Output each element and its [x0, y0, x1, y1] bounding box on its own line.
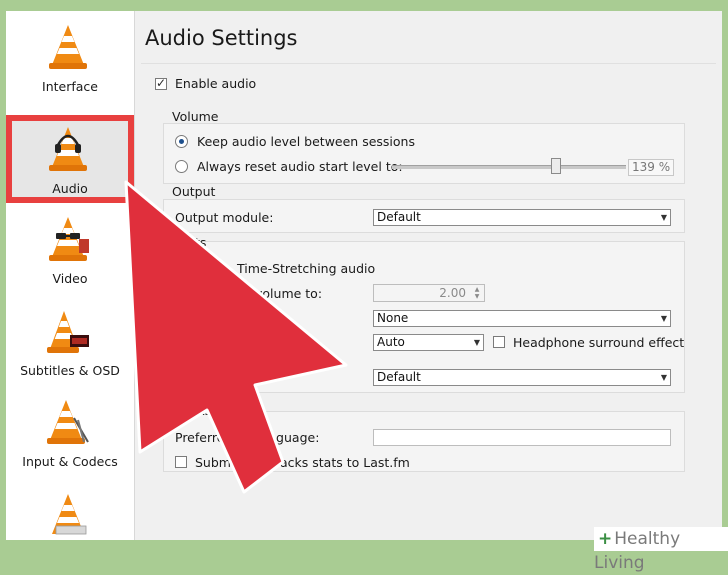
chevron-down-icon: ▼	[473, 338, 480, 347]
normalize-volume-spinbox[interactable]: 2.00 ▲ ▼	[373, 284, 485, 302]
volume-slider-track[interactable]	[392, 165, 626, 169]
vlc-cone-icon	[49, 25, 87, 69]
preferred-language-input[interactable]	[373, 429, 671, 446]
submit-lastfm-label-a: Subm	[195, 455, 231, 470]
preferences-window: Interface Audio Video Subtitles & OSD In…	[6, 11, 722, 540]
volume-group	[163, 123, 685, 184]
enable-audio-label: Enable audio	[175, 76, 257, 91]
sidebar-item-interface[interactable]: Interface	[6, 13, 134, 101]
sidebar-item-label: Interface	[42, 79, 98, 94]
healthy-living-watermark: + Healthy Living	[594, 527, 728, 573]
preferences-sidebar: Interface Audio Video Subtitles & OSD In…	[6, 11, 135, 540]
replay-gain-select[interactable]: None ▼	[373, 310, 671, 327]
reset-level-radio[interactable]	[175, 160, 188, 173]
keep-level-radio[interactable]	[175, 135, 188, 148]
vlc-cone-cable-icon	[47, 400, 89, 444]
force-dolby-select[interactable]: Auto ▼	[373, 334, 484, 351]
chevron-down-icon: ▼	[660, 373, 667, 382]
output-module-select[interactable]: Default ▼	[373, 209, 671, 226]
sidebar-item-hotkeys[interactable]	[6, 480, 134, 540]
replay-gain-value: None	[377, 311, 409, 325]
submit-lastfm-label-b: acks stats to Last.fm	[280, 455, 410, 470]
sidebar-item-label: Input & Codecs	[22, 454, 118, 469]
chevron-down-icon: ▼	[660, 314, 667, 323]
output-module-label: Output module:	[175, 210, 274, 225]
volume-group-title: Volume	[172, 109, 219, 124]
plus-icon: +	[598, 529, 613, 549]
sidebar-item-subtitles-osd[interactable]: Subtitles & OSD	[6, 297, 134, 385]
sidebar-item-label: Audio	[52, 181, 88, 196]
page-title: Audio Settings	[145, 26, 298, 50]
vlc-cone-headphones-icon	[49, 127, 87, 171]
submit-lastfm-checkbox[interactable]	[175, 456, 187, 468]
preferred-language-label-a: Preferre	[175, 430, 225, 445]
headphone-surround-label: Headphone surround effect	[513, 335, 685, 350]
volume-slider-value: 139 %	[628, 159, 675, 176]
sidebar-item-label: Subtitles & OSD	[20, 363, 120, 378]
enable-audio-checkbox[interactable]	[155, 76, 167, 90]
title-divider	[141, 63, 716, 64]
vlc-cone-icon	[52, 494, 87, 535]
sidebar-item-audio[interactable]: Audio	[6, 115, 134, 203]
headphone-surround-checkbox[interactable]	[493, 336, 505, 348]
audio-settings-panel: Audio Settings Enable audio Volume Keep …	[135, 11, 722, 540]
normalize-volume-value: 2.00	[439, 286, 466, 300]
vlc-cone-glasses-icon	[49, 217, 89, 261]
sidebar-item-video[interactable]: Video	[6, 205, 134, 293]
output-module-value: Default	[377, 210, 421, 224]
volume-slider-thumb[interactable]	[551, 158, 561, 174]
visualization-select[interactable]: Default ▼	[373, 369, 671, 386]
spin-arrows-icon[interactable]: ▲ ▼	[471, 286, 483, 300]
vlc-cone-clock-icon	[47, 311, 89, 353]
chevron-down-icon: ▼	[660, 213, 667, 222]
visualization-value: Default	[377, 370, 421, 384]
normalize-volume-label: volume to:	[255, 286, 323, 301]
preferred-language-label-b: language:	[257, 430, 320, 445]
effects-group-title: ts	[195, 235, 207, 250]
keep-level-label: Keep audio level between sessions	[197, 134, 415, 149]
force-dolby-value: Auto	[377, 335, 405, 349]
sidebar-item-input-codecs[interactable]: Input & Codecs	[6, 388, 134, 476]
tracks-group-title: Tracks	[172, 403, 212, 418]
time-stretch-label: Time-Stretching audio	[237, 261, 376, 276]
reset-level-label: Always reset audio start level to:	[197, 159, 403, 174]
sidebar-item-label: Video	[52, 271, 88, 286]
output-group-title: Output	[172, 184, 216, 199]
